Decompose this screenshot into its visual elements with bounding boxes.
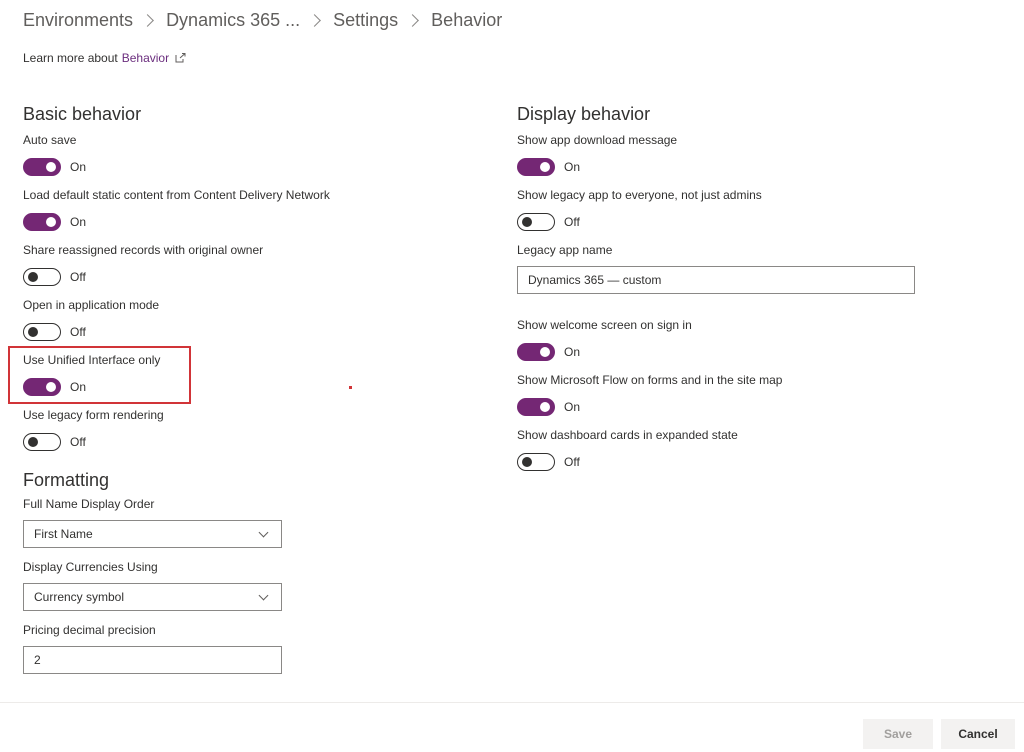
toggle-knob xyxy=(540,401,550,412)
application-mode-toggle[interactable] xyxy=(23,322,61,341)
field-label: Display Currencies Using xyxy=(23,560,158,574)
currency-field: Display Currencies Using Currency symbol xyxy=(23,560,403,611)
toggle-knob xyxy=(522,456,532,467)
legacy-app-name-field: Legacy app name xyxy=(517,243,937,294)
basic-behavior-title: Basic behavior xyxy=(23,104,142,124)
save-button[interactable]: Save xyxy=(863,719,933,749)
footer: Save Cancel xyxy=(0,702,1024,752)
setting-label: Auto save xyxy=(23,133,77,147)
display-behavior-section: Display behavior Show app download messa… xyxy=(517,103,937,483)
chevron-down-icon xyxy=(258,527,269,537)
setting-label: Show dashboard cards in expanded state xyxy=(517,428,738,442)
setting-label: Use legacy form rendering xyxy=(23,408,164,422)
toggle-state: Off xyxy=(564,454,580,469)
precision-field: Pricing decimal precision xyxy=(23,623,403,674)
setting-label: Show legacy app to everyone, not just ad… xyxy=(517,188,762,202)
toggle-state: On xyxy=(70,214,87,229)
setting-label: Show app download message xyxy=(517,133,678,147)
share-reassigned-toggle[interactable] xyxy=(23,267,61,286)
toggle-knob xyxy=(46,216,56,227)
toggle-state: On xyxy=(564,399,581,414)
chevron-right-icon xyxy=(406,13,420,27)
setting-microsoft-flow: Show Microsoft Flow on forms and in the … xyxy=(517,373,937,416)
setting-label: Show welcome screen on sign in xyxy=(517,318,692,332)
setting-dashboard-cards: Show dashboard cards in expanded state O… xyxy=(517,428,937,471)
setting-label: Load default static content from Content… xyxy=(23,188,330,202)
field-label: Full Name Display Order xyxy=(23,497,155,511)
setting-label: Open in application mode xyxy=(23,298,160,312)
chevron-right-icon xyxy=(141,13,154,27)
external-link-icon[interactable] xyxy=(175,53,186,63)
setting-legacy-everyone: Show legacy app to everyone, not just ad… xyxy=(517,188,937,231)
microsoft-flow-toggle[interactable] xyxy=(517,397,555,416)
learn-more-link[interactable]: Behavior xyxy=(122,51,169,65)
setting-label: Show Microsoft Flow on forms and in the … xyxy=(517,373,783,387)
field-label: Legacy app name xyxy=(517,243,613,257)
dashboard-cards-toggle[interactable] xyxy=(517,452,555,471)
highlight-box xyxy=(8,346,191,404)
toggle-knob xyxy=(540,161,550,172)
annotation-dot xyxy=(349,386,352,389)
toggle-state: Off xyxy=(70,434,86,449)
toggle-state: Off xyxy=(70,269,86,284)
precision-input[interactable] xyxy=(23,646,282,674)
legacy-form-toggle[interactable] xyxy=(23,432,61,451)
toggle-knob xyxy=(522,216,532,227)
legacy-app-name-input[interactable] xyxy=(517,266,915,294)
toggle-state: Off xyxy=(564,214,580,229)
name-order-field: Full Name Display Order First Name xyxy=(23,497,403,548)
setting-application-mode: Open in application mode Off xyxy=(23,298,403,341)
breadcrumb-settings[interactable]: Settings xyxy=(333,10,398,31)
formatting-title: Formatting xyxy=(23,470,110,490)
toggle-knob xyxy=(28,326,38,337)
cancel-button[interactable]: Cancel xyxy=(941,719,1015,749)
cdn-toggle[interactable] xyxy=(23,212,61,231)
setting-welcome-screen: Show welcome screen on sign in On xyxy=(517,318,937,361)
setting-share-reassigned: Share reassigned records with original o… xyxy=(23,243,403,286)
setting-cdn: Load default static content from Content… xyxy=(23,188,403,231)
chevron-right-icon xyxy=(308,13,321,27)
chevron-down-icon xyxy=(258,590,269,600)
toggle-knob xyxy=(540,346,550,357)
setting-download-message: Show app download message On xyxy=(517,133,937,176)
learn-more-text: Learn more about xyxy=(23,51,118,65)
setting-label: Share reassigned records with original o… xyxy=(23,243,264,257)
auto-save-toggle[interactable] xyxy=(23,157,61,176)
currency-dropdown[interactable]: Currency symbol xyxy=(23,583,282,611)
toggle-knob xyxy=(28,436,38,447)
breadcrumb: Environments Dynamics 365 ... Settings B… xyxy=(23,8,502,32)
display-behavior-title: Display behavior xyxy=(517,104,651,124)
setting-auto-save: Auto save On xyxy=(23,133,403,176)
toggle-state: On xyxy=(70,159,87,174)
dropdown-value: Currency symbol xyxy=(34,590,125,604)
learn-more: Learn more about Behavior xyxy=(23,51,186,65)
name-order-dropdown[interactable]: First Name xyxy=(23,520,282,548)
field-label: Pricing decimal precision xyxy=(23,623,156,637)
formatting-section: Formatting Full Name Display Order First… xyxy=(23,469,403,674)
welcome-screen-toggle[interactable] xyxy=(517,342,555,361)
breadcrumb-environment[interactable]: Dynamics 365 ... xyxy=(166,10,300,31)
toggle-state: Off xyxy=(70,324,86,339)
toggle-knob xyxy=(46,161,56,172)
legacy-everyone-toggle[interactable] xyxy=(517,212,555,231)
breadcrumb-environments[interactable]: Environments xyxy=(23,10,133,31)
toggle-state: On xyxy=(564,159,581,174)
toggle-knob xyxy=(28,271,38,282)
download-message-toggle[interactable] xyxy=(517,157,555,176)
dropdown-value: First Name xyxy=(34,527,93,541)
setting-legacy-form: Use legacy form rendering Off xyxy=(23,408,403,451)
breadcrumb-behavior: Behavior xyxy=(431,9,503,30)
toggle-state: On xyxy=(564,344,581,359)
